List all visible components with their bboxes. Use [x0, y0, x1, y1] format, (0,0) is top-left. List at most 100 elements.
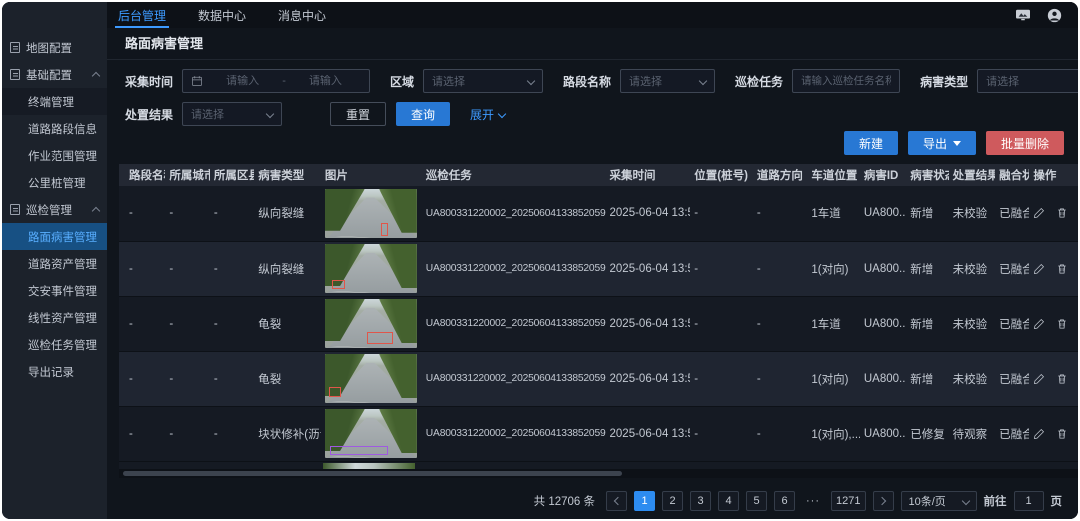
prev-page-button[interactable]	[606, 491, 627, 511]
col-city: 所属城市	[165, 164, 209, 186]
main-content: 路面病害管理 采集时间 - 区域	[107, 28, 1078, 519]
detection-box	[367, 332, 393, 344]
batch-delete-button[interactable]: 批量删除	[986, 131, 1064, 155]
edit-icon[interactable]	[1033, 373, 1045, 385]
detection-box	[381, 223, 388, 236]
inspection-task-input-box	[792, 69, 900, 93]
edit-icon[interactable]	[1033, 318, 1045, 330]
tab-backend-management[interactable]: 后台管理	[115, 2, 169, 28]
edit-icon[interactable]	[1033, 263, 1045, 275]
sidebar-group-inspection-management[interactable]: 巡检管理	[2, 196, 107, 223]
page-button-4[interactable]: 4	[718, 491, 739, 511]
table-row[interactable]: - - - 龟裂 UA800331220002_2025060413385205…	[119, 351, 1078, 406]
table-actions: 新建 导出 批量删除	[107, 128, 1078, 164]
road-photo-thumbnail[interactable]	[325, 189, 417, 238]
table-row[interactable]: - - - 龟裂 UA800331220002_2025060413385205…	[119, 296, 1078, 351]
sidebar-item-road-disease-management[interactable]: 路面病害管理	[2, 223, 107, 250]
page-button-5[interactable]: 5	[746, 491, 767, 511]
delete-icon[interactable]	[1056, 373, 1068, 385]
chevron-down-icon	[699, 77, 707, 85]
delete-icon[interactable]	[1056, 207, 1068, 219]
region-select[interactable]: 请选择	[423, 69, 543, 93]
filter-disease-type: 病害类型 请选择	[920, 69, 1078, 93]
chevron-down-icon	[266, 110, 274, 118]
reset-button[interactable]: 重置	[330, 102, 386, 126]
detection-box	[332, 280, 345, 289]
sidebar-item-work-scope-management[interactable]: 作业范围管理	[2, 142, 107, 169]
delete-icon[interactable]	[1056, 428, 1068, 440]
page-button-3[interactable]: 3	[690, 491, 711, 511]
date-separator: -	[282, 75, 286, 87]
disease-table: 路段名称 所属城市 所属区县 病害类型 图片 巡检任务 采集时间 位置(桩号) …	[119, 164, 1078, 483]
chevron-down-icon	[527, 77, 535, 85]
table-row[interactable]: - - - 块状修补(沥青) UA800331220002_2025060413…	[119, 406, 1078, 461]
goto-label: 前往	[984, 493, 1007, 509]
next-page-button[interactable]	[873, 491, 894, 511]
map-config-icon	[10, 42, 20, 53]
page-button-6[interactable]: 6	[774, 491, 795, 511]
filter-inspection-task: 巡检任务	[735, 69, 900, 93]
sidebar-item-traffic-safety-event-management[interactable]: 交安事件管理	[2, 277, 107, 304]
calendar-icon	[191, 75, 203, 87]
tab-data-center[interactable]: 数据中心	[195, 2, 249, 28]
col-collect-time: 采集时间	[606, 164, 691, 186]
col-status: 病害状态	[906, 164, 948, 186]
search-button[interactable]: 查询	[396, 102, 450, 126]
user-icon[interactable]	[1047, 8, 1062, 23]
detection-box	[330, 446, 388, 455]
road-name-select[interactable]: 请选择	[620, 69, 715, 93]
expand-filters-link[interactable]: 展开	[470, 106, 505, 123]
filter-result: 处置结果 请选择	[125, 102, 282, 126]
road-photo-thumbnail[interactable]	[325, 299, 417, 348]
col-operation: 操作	[1029, 164, 1078, 186]
base-config-icon	[10, 69, 20, 80]
col-lane: 车道位置	[807, 164, 859, 186]
horizontal-scrollbar	[119, 469, 1078, 478]
collapse-icon	[92, 72, 100, 80]
inspection-task-input[interactable]	[793, 75, 899, 87]
goto-page-input[interactable]	[1014, 491, 1044, 511]
detection-box	[329, 387, 341, 397]
road-photo-thumbnail[interactable]	[325, 244, 417, 293]
col-disease-type: 病害类型	[254, 164, 321, 186]
create-button[interactable]: 新建	[844, 131, 898, 155]
sidebar-item-road-asset-management[interactable]: 道路资产管理	[2, 250, 107, 277]
table-row[interactable]: - - - 纵向裂缝 UA800331220002_20250604133852…	[119, 241, 1078, 296]
sidebar-item-export-records[interactable]: 导出记录	[2, 358, 107, 385]
edit-icon[interactable]	[1033, 428, 1045, 440]
tab-message-center[interactable]: 消息中心	[275, 2, 329, 28]
chevron-down-icon	[961, 497, 969, 505]
sidebar-item-map-config[interactable]: 地图配置	[2, 34, 107, 61]
pagination: 共 12706 条 1 2 3 4 5 6 ··· 1271 10条/页 前往 …	[107, 483, 1078, 519]
table-row[interactable]: - - - 纵向裂缝 UA800331220002_20250604133852…	[119, 186, 1078, 241]
start-date-input[interactable]	[207, 75, 278, 87]
sidebar-item-inspection-task-management[interactable]: 巡检任务管理	[2, 331, 107, 358]
end-date-input[interactable]	[290, 75, 361, 87]
sidebar-group-base-config[interactable]: 基础配置	[2, 61, 107, 88]
date-range-input[interactable]: -	[182, 69, 370, 93]
export-button[interactable]: 导出	[908, 131, 976, 155]
page-title: 路面病害管理	[107, 28, 1078, 60]
delete-icon[interactable]	[1056, 318, 1068, 330]
delete-icon[interactable]	[1056, 263, 1068, 275]
edit-icon[interactable]	[1033, 207, 1045, 219]
partial-next-row	[119, 462, 1078, 469]
road-photo-thumbnail[interactable]	[325, 354, 417, 403]
page-button-last[interactable]: 1271	[831, 491, 865, 511]
page-button-2[interactable]: 2	[662, 491, 683, 511]
sidebar-item-road-section-info[interactable]: 道路路段信息	[2, 115, 107, 142]
page-button-1[interactable]: 1	[634, 491, 655, 511]
sidebar: 地图配置 基础配置 终端管理 道路路段信息 作业范围管理 公里桩管理 巡检管理 …	[2, 28, 107, 519]
sidebar-item-kilometer-post-management[interactable]: 公里桩管理	[2, 169, 107, 196]
road-photo-thumbnail[interactable]	[325, 409, 417, 458]
disease-type-select[interactable]: 请选择	[977, 69, 1078, 93]
col-road-name: 路段名称	[119, 164, 165, 186]
page-size-select[interactable]: 10条/页	[901, 491, 977, 511]
sidebar-item-linear-asset-management[interactable]: 线性资产管理	[2, 304, 107, 331]
scrollbar-thumb[interactable]	[123, 471, 622, 476]
screen-icon[interactable]	[1015, 8, 1031, 22]
sidebar-item-terminal-management[interactable]: 终端管理	[2, 88, 107, 115]
result-select[interactable]: 请选择	[182, 102, 282, 126]
col-stake: 位置(桩号)	[690, 164, 753, 186]
more-pages-ellipsis[interactable]: ···	[802, 491, 824, 511]
